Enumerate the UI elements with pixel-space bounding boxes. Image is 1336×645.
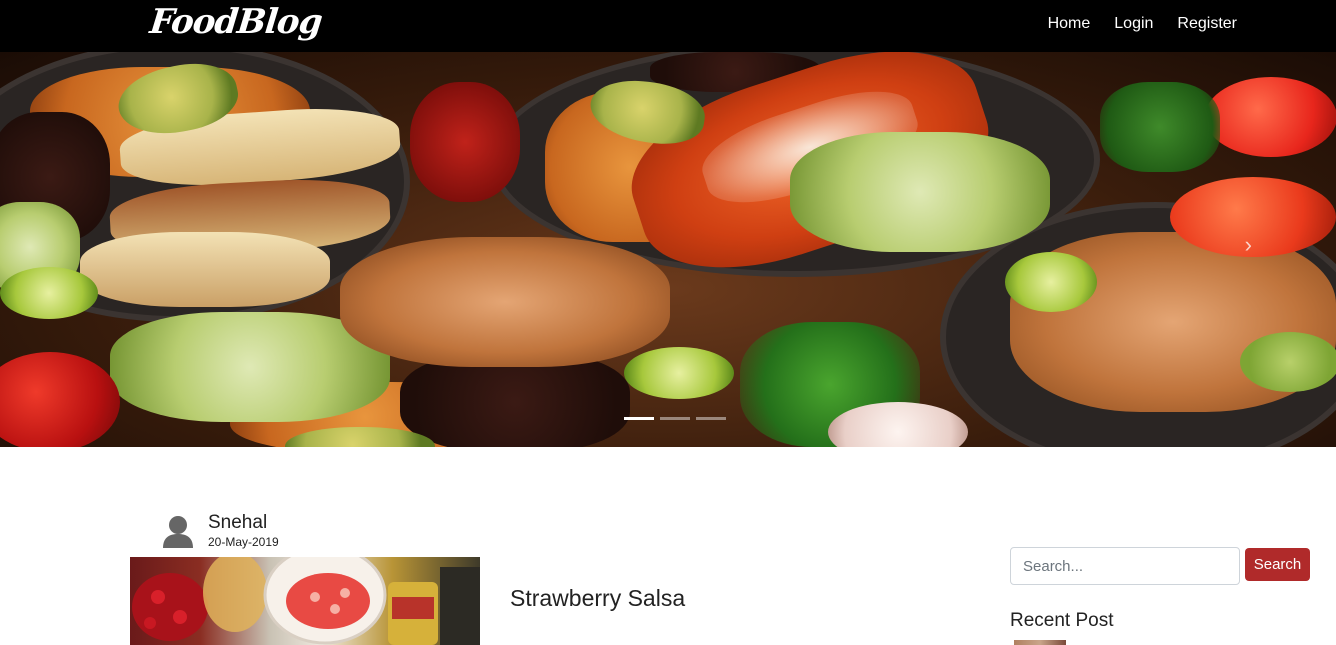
hero-carousel: ›	[0, 52, 1336, 447]
post-thumbnail[interactable]	[130, 557, 480, 645]
nav-links: Home Login Register	[1048, 15, 1237, 33]
nav-login-link[interactable]: Login	[1114, 15, 1153, 33]
recent-post-thumbnail[interactable]	[1014, 640, 1066, 645]
nav-home-link[interactable]: Home	[1048, 15, 1091, 33]
carousel-indicators	[624, 417, 726, 420]
chevron-right-icon[interactable]: ›	[1245, 232, 1252, 258]
search-input[interactable]	[1010, 547, 1240, 585]
nav-register-link[interactable]: Register	[1177, 15, 1237, 33]
post-title[interactable]: Strawberry Salsa	[510, 585, 685, 612]
user-icon	[162, 515, 194, 549]
post-author: Snehal	[208, 512, 268, 533]
carousel-indicator-2[interactable]	[660, 417, 690, 420]
post-date: 20-May-2019	[208, 535, 279, 549]
search-button[interactable]: Search	[1245, 548, 1310, 581]
brand-logo[interactable]: FoodBlog	[148, 2, 324, 42]
carousel-indicator-1[interactable]	[624, 417, 654, 420]
navbar: FoodBlog Home Login Register	[0, 0, 1336, 52]
carousel-indicator-3[interactable]	[696, 417, 726, 420]
recent-post-heading: Recent Post	[1010, 610, 1114, 631]
